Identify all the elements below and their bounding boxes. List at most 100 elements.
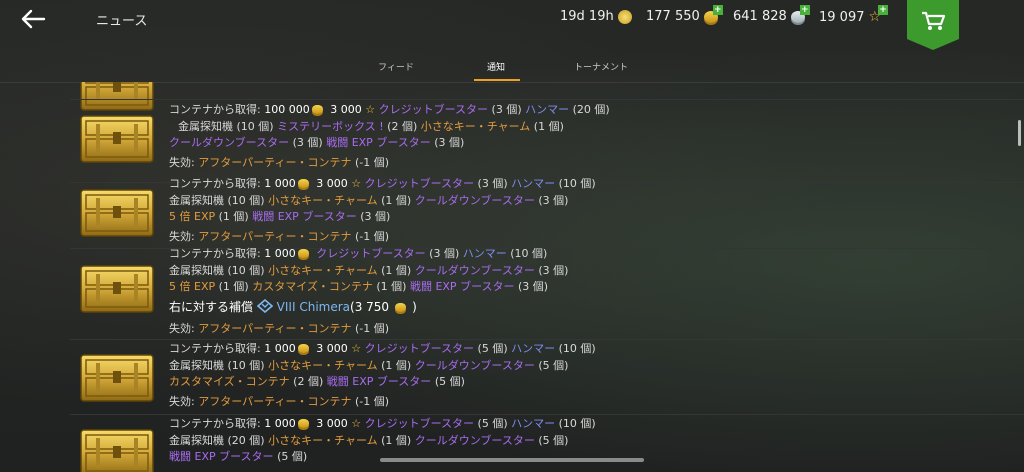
credits-coin-icon bbox=[311, 105, 323, 114]
item-name: クールダウンブースター bbox=[414, 358, 535, 372]
item-name: クールダウンブースター bbox=[414, 263, 535, 277]
expired-line: 失効: アフターパーティー・コンテナ (-1 個) bbox=[169, 321, 568, 338]
from-container-label: コンテナから取得: bbox=[169, 342, 261, 355]
reward-line: 5 倍 EXP (1 個) 戦闘 EXP ブースター (3 個) bbox=[169, 209, 596, 226]
item-name: ハンマー bbox=[511, 177, 556, 190]
from-container-label: コンテナから取得: bbox=[169, 103, 261, 116]
item-name: 金属探知機 bbox=[169, 193, 224, 207]
reward-line: コンテナから取得: 1 000 3 000 ☆ クレジットブースター (5 個)… bbox=[169, 416, 596, 433]
item-count: (5 個) bbox=[434, 375, 465, 388]
active-tab-indicator bbox=[474, 79, 520, 81]
horizontal-scrollbar[interactable] bbox=[380, 458, 644, 462]
top-bar: ニュース 19d 19h 177 550 + 641 828 + 19 097 … bbox=[0, 0, 1024, 50]
chest-icon bbox=[80, 426, 154, 472]
expired-count: (-1 個) bbox=[354, 321, 390, 335]
item-count: (10 個) bbox=[227, 358, 265, 372]
item-name: クレジットブースター bbox=[378, 103, 489, 116]
star-icon: ☆ bbox=[347, 417, 362, 430]
item-count: (3 個) bbox=[292, 136, 323, 149]
reward-line: コンテナから取得: 1 000 クレジットブースター (3 個) ハンマー (1… bbox=[169, 246, 568, 263]
chest-icon bbox=[80, 82, 154, 112]
reward-text: コンテナから取得: 1 000 3 000 ☆ クレジットブースター (5 個)… bbox=[169, 341, 596, 410]
item-name: 戦闘 EXP ブースター bbox=[326, 375, 432, 388]
reward-line: 金属探知機 (10 個) 小さなキー・チャーム (1 個) クールダウンブースタ… bbox=[169, 263, 568, 280]
item-name: 小さなキー・チャーム bbox=[268, 263, 378, 277]
item-name: 5 倍 EXP bbox=[169, 210, 216, 223]
credits-counter[interactable]: 177 550 + bbox=[646, 4, 723, 24]
reward-line: コンテナから取得: 1 000 3 000 ☆ クレジットブースター (5 個)… bbox=[169, 341, 596, 358]
robot-name: Chimera bbox=[299, 299, 351, 314]
credits-coin-icon bbox=[297, 344, 309, 353]
item-count: (10 個) bbox=[227, 193, 265, 207]
item-name: カスタマイズ・コンテナ bbox=[169, 375, 290, 388]
row-divider bbox=[70, 339, 1024, 340]
item-name: 金属探知機 bbox=[169, 433, 224, 447]
credits-amount: 1 000 bbox=[264, 247, 296, 260]
silver-counter[interactable]: 641 828 + bbox=[733, 4, 810, 24]
notification-list[interactable]: コンテナから取得: 100 000 3 000 ☆ クレジットブースター (3 … bbox=[0, 82, 1024, 472]
item-name: ハンマー bbox=[511, 417, 556, 430]
item-count: (20 個) bbox=[227, 433, 265, 447]
tab-notifications[interactable]: 通知 bbox=[487, 60, 505, 73]
item-count: (3 個) bbox=[518, 280, 549, 293]
add-credits-icon[interactable]: + bbox=[712, 4, 723, 15]
expired-count: (-1 個) bbox=[354, 229, 390, 243]
expired-item: アフターパーティー・コンテナ bbox=[198, 155, 352, 169]
row-divider bbox=[70, 414, 1024, 415]
silver-value: 641 828 bbox=[733, 9, 787, 24]
item-count: (10 個) bbox=[558, 342, 596, 355]
star-icon: ☆ bbox=[347, 177, 362, 190]
item-name: ハンマー bbox=[525, 103, 570, 116]
item-name: 戦闘 EXP ブースター bbox=[326, 136, 431, 149]
item-name: 小さなキー・チャーム bbox=[420, 119, 531, 133]
credits-value: 177 550 bbox=[646, 9, 700, 24]
expired-count: (-1 個) bbox=[354, 394, 390, 408]
gold-value: 19 097 bbox=[819, 9, 865, 25]
item-name: 小さなキー・チャーム bbox=[268, 433, 378, 447]
medal-icon bbox=[617, 9, 632, 24]
item-name: 戦闘 EXP ブースター bbox=[252, 210, 357, 223]
rank-badge-icon bbox=[256, 298, 274, 314]
expired-label: 失効: bbox=[169, 229, 195, 243]
credits-coin-icon: + bbox=[703, 4, 723, 23]
timer-value: 19d 19h bbox=[560, 9, 614, 24]
add-silver-icon[interactable]: + bbox=[799, 4, 810, 15]
tab-bar: フィード 通知 トーナメント bbox=[0, 52, 1024, 82]
back-arrow-icon[interactable] bbox=[20, 8, 46, 30]
item-name: 小さなキー・チャーム bbox=[268, 193, 378, 207]
compensation-line: 右に対する補償 VIII Chimera(3 750) bbox=[169, 296, 568, 318]
item-count: (1 個) bbox=[381, 358, 412, 372]
star-icon: ☆ bbox=[347, 342, 362, 355]
item-count: (3 個) bbox=[538, 193, 569, 207]
star-icon: ☆ bbox=[361, 103, 376, 116]
item-count: (1 個) bbox=[381, 433, 412, 447]
item-count: (2 個) bbox=[293, 375, 324, 388]
expired-count: (-1 個) bbox=[354, 155, 390, 169]
gold-counter[interactable]: 19 097 ☆ + bbox=[819, 5, 889, 25]
credits-coin-icon bbox=[297, 419, 309, 428]
add-gold-icon[interactable]: + bbox=[878, 5, 889, 15]
chest-icon bbox=[80, 262, 154, 314]
reward-text: コンテナから取得: 1 000 クレジットブースター (3 個) ハンマー (1… bbox=[169, 246, 568, 337]
tab-feed[interactable]: フィード bbox=[378, 60, 414, 73]
item-name: ミステリーボックス ! bbox=[277, 119, 384, 133]
expired-line: 失効: アフターパーティー・コンテナ (-1 個) bbox=[169, 155, 610, 172]
tab-tournament[interactable]: トーナメント bbox=[574, 60, 628, 73]
credits-coin-icon bbox=[297, 179, 309, 188]
reward-line: クールダウンブースター (3 個) 戦闘 EXP ブースター (3 個) bbox=[169, 135, 610, 152]
reward-line: 金属探知機 (10 個) 小さなキー・チャーム (1 個) クールダウンブースタ… bbox=[169, 358, 596, 375]
from-container-label: コンテナから取得: bbox=[169, 177, 261, 190]
item-count: (3 個) bbox=[360, 210, 391, 223]
item-count: (5 個) bbox=[477, 417, 508, 430]
chest-icon bbox=[80, 351, 154, 403]
item-name: 金属探知機 bbox=[169, 358, 224, 372]
vertical-scrollbar[interactable] bbox=[1018, 120, 1021, 146]
shop-button[interactable] bbox=[907, 0, 959, 50]
season-timer[interactable]: 19d 19h bbox=[560, 9, 632, 24]
expired-line: 失効: アフターパーティー・コンテナ (-1 個) bbox=[169, 229, 596, 246]
item-count: (1 個) bbox=[376, 280, 407, 293]
chest-icon bbox=[80, 186, 154, 238]
expired-item: アフターパーティー・コンテナ bbox=[198, 321, 352, 335]
expired-item: アフターパーティー・コンテナ bbox=[198, 229, 352, 243]
item-name: クレジットブースター bbox=[364, 177, 475, 190]
